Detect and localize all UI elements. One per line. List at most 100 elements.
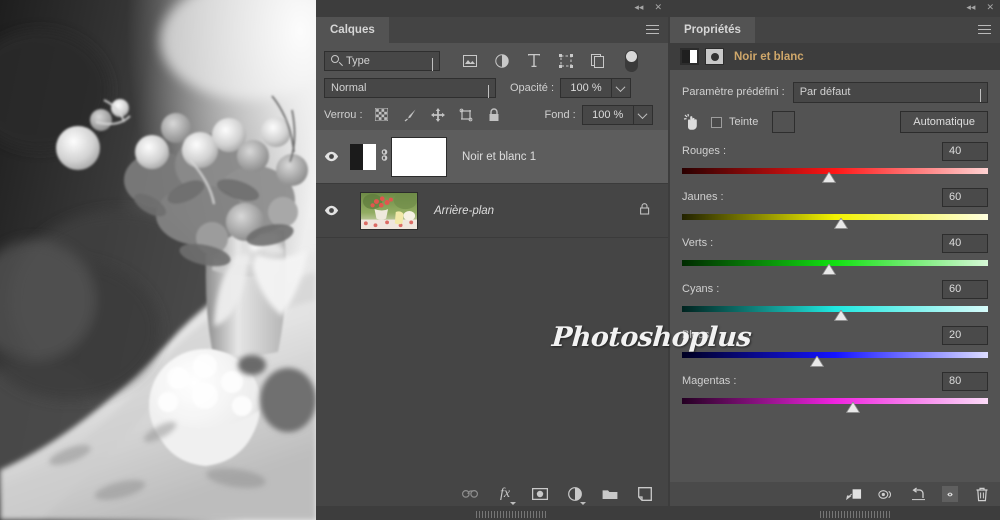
- slider-track[interactable]: [682, 306, 988, 312]
- collapse-panel-icon[interactable]: ◂◂: [966, 2, 975, 13]
- preset-select[interactable]: Par défaut: [793, 82, 988, 103]
- slider-track[interactable]: [682, 260, 988, 266]
- transparency-lock-icon[interactable]: [375, 108, 389, 122]
- slider-header: Magentas :80: [682, 371, 988, 391]
- preview-previous-state-icon[interactable]: [878, 486, 894, 502]
- fill-label: Fond :: [545, 109, 576, 121]
- lock-fill-row: Verrou : Fond : 100 %: [316, 101, 668, 128]
- fill-input[interactable]: 100 %: [582, 105, 634, 125]
- position-lock-move-icon[interactable]: [431, 108, 445, 122]
- slider-knob[interactable]: [834, 310, 848, 321]
- slider-header: Cyans :60: [682, 279, 988, 299]
- slider-knob[interactable]: [822, 172, 836, 183]
- opacity-stepper-chevron-icon[interactable]: [612, 78, 631, 98]
- fill-stepper-chevron-icon[interactable]: [634, 105, 653, 125]
- layer-name[interactable]: Arrière-plan: [434, 205, 494, 217]
- tab-calques[interactable]: Calques: [316, 17, 389, 43]
- image-filter-icon[interactable]: [462, 53, 477, 68]
- new-layer-icon[interactable]: [637, 486, 653, 502]
- adjustment-filter-icon[interactable]: [494, 53, 509, 68]
- slider-track[interactable]: [682, 168, 988, 174]
- layers-panel-menu-icon[interactable]: [646, 25, 659, 35]
- tint-color-swatch[interactable]: [772, 111, 795, 133]
- add-layer-mask-icon[interactable]: [532, 486, 548, 502]
- properties-panel-menu-icon[interactable]: [978, 25, 991, 35]
- reset-icon[interactable]: [910, 486, 926, 502]
- table-row[interactable]: Arrière-plan: [316, 184, 668, 238]
- canvas-area[interactable]: [0, 0, 316, 520]
- filter-type-select[interactable]: Type: [324, 51, 440, 71]
- chevron-down-icon: [488, 85, 489, 97]
- slider-value-input[interactable]: 40: [942, 142, 988, 161]
- targeted-adjustment-hand-icon[interactable]: [682, 113, 700, 131]
- image-lock-brush-icon[interactable]: [403, 108, 417, 122]
- filter-toggle-switch[interactable]: [625, 50, 638, 72]
- link-layers-icon[interactable]: [462, 486, 478, 502]
- layer-mask-thumbnail[interactable]: [392, 138, 446, 176]
- color-sliders: Rouges : 40 Jaunes :60 Verts :40 Cyans :60 Bl…: [682, 141, 988, 404]
- slider-value-input[interactable]: 60: [942, 188, 988, 207]
- opacity-label: Opacité :: [510, 82, 554, 94]
- slider-track[interactable]: [682, 352, 988, 358]
- eye-icon: [324, 151, 339, 162]
- panel-resize-grip[interactable]: [820, 511, 890, 518]
- new-adjustment-layer-icon[interactable]: [567, 486, 583, 502]
- layer-visibility-toggle[interactable]: [316, 205, 346, 216]
- tint-checkbox[interactable]: [711, 117, 722, 128]
- link-mask-icon[interactable]: [376, 148, 392, 165]
- all-lock-icon[interactable]: [487, 108, 501, 122]
- slider-gradient-bar: [682, 352, 988, 358]
- layer-name[interactable]: Noir et blanc 1: [462, 151, 536, 163]
- layer-thumbnail[interactable]: [360, 192, 418, 230]
- slider-group: Verts :40: [682, 233, 988, 266]
- slider-knob[interactable]: [834, 218, 848, 229]
- blend-mode-value: Normal: [331, 82, 366, 94]
- panel-resize-grip[interactable]: [476, 511, 546, 518]
- black-and-white-adjustment-icon[interactable]: [680, 48, 699, 65]
- blend-mode-select[interactable]: Normal: [324, 78, 496, 98]
- slider-header: Bleus :20: [682, 325, 988, 345]
- eye-icon: [324, 205, 339, 216]
- auto-button[interactable]: Automatique: [900, 111, 988, 133]
- tint-label: Teinte: [729, 116, 758, 128]
- table-row[interactable]: Noir et blanc 1: [316, 130, 668, 184]
- slider-track[interactable]: [682, 398, 988, 404]
- shape-filter-icon[interactable]: [558, 53, 573, 68]
- text-filter-icon[interactable]: [526, 53, 541, 68]
- clip-to-layer-icon[interactable]: [846, 486, 862, 502]
- slider-value-input[interactable]: 80: [942, 372, 988, 391]
- slider-header: Rouges : 40: [682, 141, 988, 161]
- slider-value-input[interactable]: 40: [942, 234, 988, 253]
- opacity-input[interactable]: 100 %: [560, 78, 612, 98]
- layers-tabstrip: Calques: [316, 17, 668, 43]
- slider-value-input[interactable]: 60: [942, 280, 988, 299]
- adjustment-thumbnail[interactable]: [350, 144, 376, 170]
- artboard-lock-icon[interactable]: [459, 108, 473, 122]
- smartobject-filter-icon[interactable]: [590, 53, 605, 68]
- slider-group: Jaunes :60: [682, 187, 988, 220]
- preset-row: Paramètre prédéfini : Par défaut: [682, 80, 988, 104]
- close-panel-icon[interactable]: ✕: [654, 2, 662, 13]
- layer-mask-icon[interactable]: [705, 48, 724, 65]
- properties-header: Noir et blanc: [670, 43, 1000, 70]
- chevron-down-icon: [432, 58, 433, 70]
- slider-track[interactable]: [682, 214, 988, 220]
- layer-style-fx-icon[interactable]: fx: [497, 486, 513, 502]
- slider-group: Cyans :60: [682, 279, 988, 312]
- toggle-visibility-icon[interactable]: [942, 486, 958, 502]
- collapse-panel-icon[interactable]: ◂◂: [634, 2, 643, 13]
- layer-visibility-toggle[interactable]: [316, 151, 346, 162]
- tab-proprietes[interactable]: Propriétés: [670, 17, 755, 43]
- slider-value-input[interactable]: 20: [942, 326, 988, 345]
- slider-knob[interactable]: [846, 402, 860, 413]
- slider-group: Magentas :80: [682, 371, 988, 404]
- new-group-icon[interactable]: [602, 486, 618, 502]
- layer-locked-icon: [639, 202, 650, 220]
- delete-adjustment-icon[interactable]: [974, 486, 990, 502]
- slider-label: Rouges :: [682, 145, 726, 157]
- slider-header: Verts :40: [682, 233, 988, 253]
- slider-knob[interactable]: [810, 356, 824, 367]
- slider-knob[interactable]: [822, 264, 836, 275]
- close-panel-icon[interactable]: ✕: [986, 2, 994, 13]
- layer-list[interactable]: Noir et blanc 1: [316, 130, 668, 482]
